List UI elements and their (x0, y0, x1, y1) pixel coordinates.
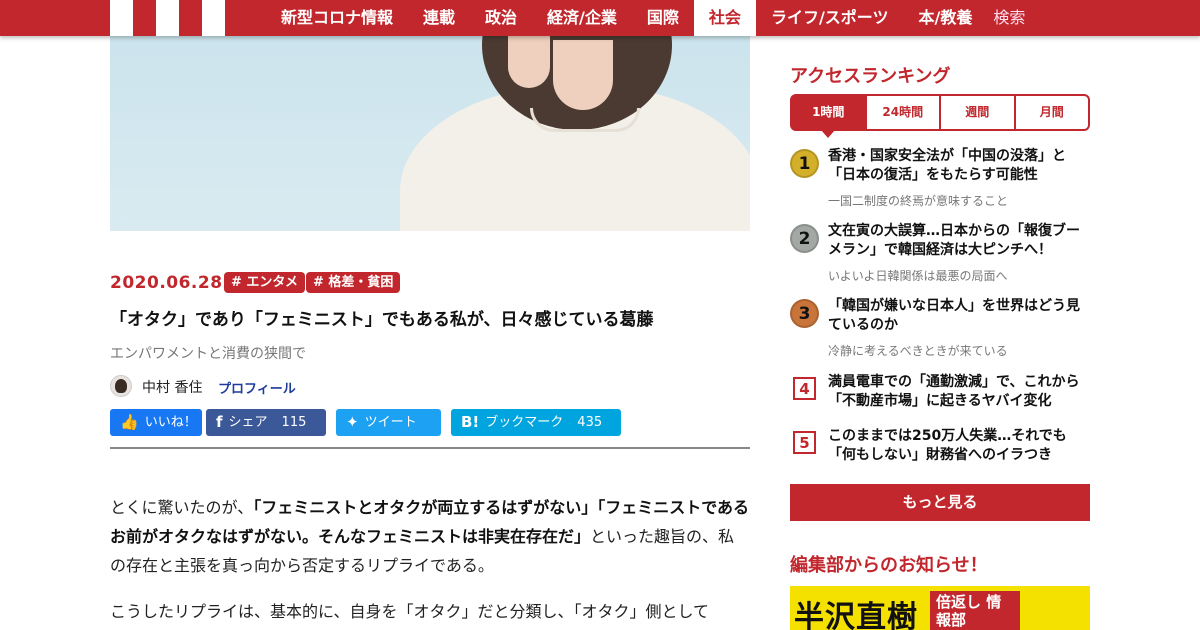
ranking-tabs: 1時間 24時間 週間 月間 (790, 94, 1090, 138)
notice-heading: 編集部からのお知らせ！ (790, 555, 988, 576)
rank-badge: 1 (790, 149, 819, 178)
like-button[interactable]: 👍 いいね！ (110, 409, 202, 436)
nav-item-society[interactable]: 社会 (693, 0, 756, 36)
rank-badge: 4 (793, 377, 816, 400)
hatena-icon: B! (461, 413, 480, 431)
article-date: 2020.06.28 (110, 273, 223, 293)
tag-entertainment[interactable]: # エンタメ (224, 272, 306, 293)
thumbs-up-icon: 👍 (120, 413, 139, 431)
nav-item-economy[interactable]: 経済/企業 (532, 0, 632, 36)
facebook-share-label: シェア (228, 415, 268, 430)
article-subtitle: エンパワメントと消費の狭間で (110, 346, 306, 362)
ranking-item-subtitle: 一国二制度の終焉が意味すること (828, 194, 1009, 208)
ranking-heading: アクセスランキング (790, 66, 951, 87)
nav-item-books[interactable]: 本/教養 (903, 0, 987, 36)
author-avatar (110, 375, 132, 397)
facebook-icon: f (216, 413, 223, 431)
ranking-item-subtitle: 冷静に考えるべきときが来ている (828, 344, 1008, 358)
article-paragraph-2: こうしたリプライは、基本的に、自身を「オタク」だと分類し、「オタク」側として (110, 602, 710, 621)
page: 新型コロナ情報 連載 政治 経済/企業 国際 社会 ライフ/スポーツ 本/教養 … (0, 0, 1200, 630)
promo-subtitle: 倍返し 情報部 (930, 591, 1020, 630)
article-divider (110, 447, 750, 449)
tab-monthly[interactable]: 月間 (1013, 96, 1089, 129)
nav-item-politics[interactable]: 政治 (470, 0, 532, 36)
main-nav: 新型コロナ情報 連載 政治 経済/企業 国際 社会 ライフ/スポーツ 本/教養 … (266, 0, 1040, 36)
like-label: いいね！ (144, 415, 197, 430)
tab-1-hour[interactable]: 1時間 (792, 96, 865, 138)
ranking-item-subtitle: いよいよ日韓関係は最悪の局面へ (828, 269, 1008, 283)
ranking-item-2[interactable]: 2 文在寅の大誤算…日本からの「報復ブーメラン」で韓国経済は大ピンチへ！ いよい… (790, 223, 1090, 284)
ranking-item-3[interactable]: 3 「韓国が嫌いな日本人」を世界はどう見ているのか 冷静に考えるべきときが来てい… (790, 298, 1090, 359)
twitter-bird-icon: ✦ (346, 413, 359, 431)
tweet-button[interactable]: ✦ ツイート (336, 409, 441, 436)
ranking-item-title: 香港・国家安全法が「中国の没落」と「日本の復活」をもたらす可能性 (828, 148, 1066, 183)
facebook-share-count: 115 (281, 415, 307, 430)
promo-banner[interactable]: 半沢直樹 倍返し 情報部 (790, 586, 1090, 630)
tab-24-hours[interactable]: 24時間 (864, 96, 940, 129)
article-paragraph-1: とくに驚いたのが、「フェミニストとオタクが両立するはずがない」「フェミニストであ… (110, 493, 750, 580)
hatena-bookmark-button[interactable]: B! ブックマーク 435 (451, 409, 621, 436)
nav-item-international[interactable]: 国際 (632, 0, 694, 36)
nav-item-corona[interactable]: 新型コロナ情報 (266, 0, 408, 36)
tab-weekly[interactable]: 週間 (939, 96, 1014, 129)
ranking-item-1[interactable]: 1 香港・国家安全法が「中国の没落」と「日本の復活」をもたらす可能性 一国二制度… (790, 148, 1090, 209)
paragraph-text: とくに驚いたのが、 (110, 498, 254, 517)
ranking-item-title: 満員電車での「通勤激減」で、これから「不動産市場」に起きるヤバイ変化 (828, 374, 1080, 409)
ranking-item-5[interactable]: 5 このままでは250万人失業…それでも「何もしない」財務省へのイラつき (790, 428, 1090, 469)
rank-badge: 3 (790, 299, 819, 328)
article-title: 「オタク」であり「フェミニスト」でもある私が、日々感じている葛藤 (110, 310, 654, 330)
top-nav-bar: 新型コロナ情報 連載 政治 経済/企業 国際 社会 ライフ/スポーツ 本/教養 … (0, 0, 1200, 36)
tag-inequality[interactable]: # 格差・貧困 (306, 272, 401, 293)
hatena-count: 435 (577, 415, 603, 430)
rank-badge: 2 (790, 224, 819, 253)
hatena-label: ブックマーク (485, 415, 564, 430)
ranking-item-title: 文在寅の大誤算…日本からの「報復ブーメラン」で韓国経済は大ピンチへ！ (828, 223, 1080, 258)
site-logo[interactable] (110, 0, 248, 36)
ranking-item-title: このままでは250万人失業…それでも「何もしない」財務省へのイラつき (828, 428, 1067, 463)
author-profile-link[interactable]: プロフィール (218, 378, 296, 397)
rank-badge: 5 (793, 431, 816, 454)
nav-search-link[interactable]: 検索 (987, 0, 1040, 36)
nav-item-serial[interactable]: 連載 (408, 0, 470, 36)
tweet-label: ツイート (364, 415, 417, 430)
promo-title: 半沢直樹 (794, 600, 918, 630)
ranking-item-4[interactable]: 4 満員電車での「通勤激減」で、これから「不動産市場」に起きるヤバイ変化 (790, 374, 1090, 415)
more-ranking-button[interactable]: もっと見る (790, 484, 1090, 521)
facebook-share-button[interactable]: f シェア 115 (206, 409, 326, 436)
author-name: 中村 香住 (142, 380, 203, 396)
nav-item-life-sports[interactable]: ライフ/スポーツ (756, 0, 904, 36)
ranking-item-title: 「韓国が嫌いな日本人」を世界はどう見ているのか (828, 298, 1080, 333)
